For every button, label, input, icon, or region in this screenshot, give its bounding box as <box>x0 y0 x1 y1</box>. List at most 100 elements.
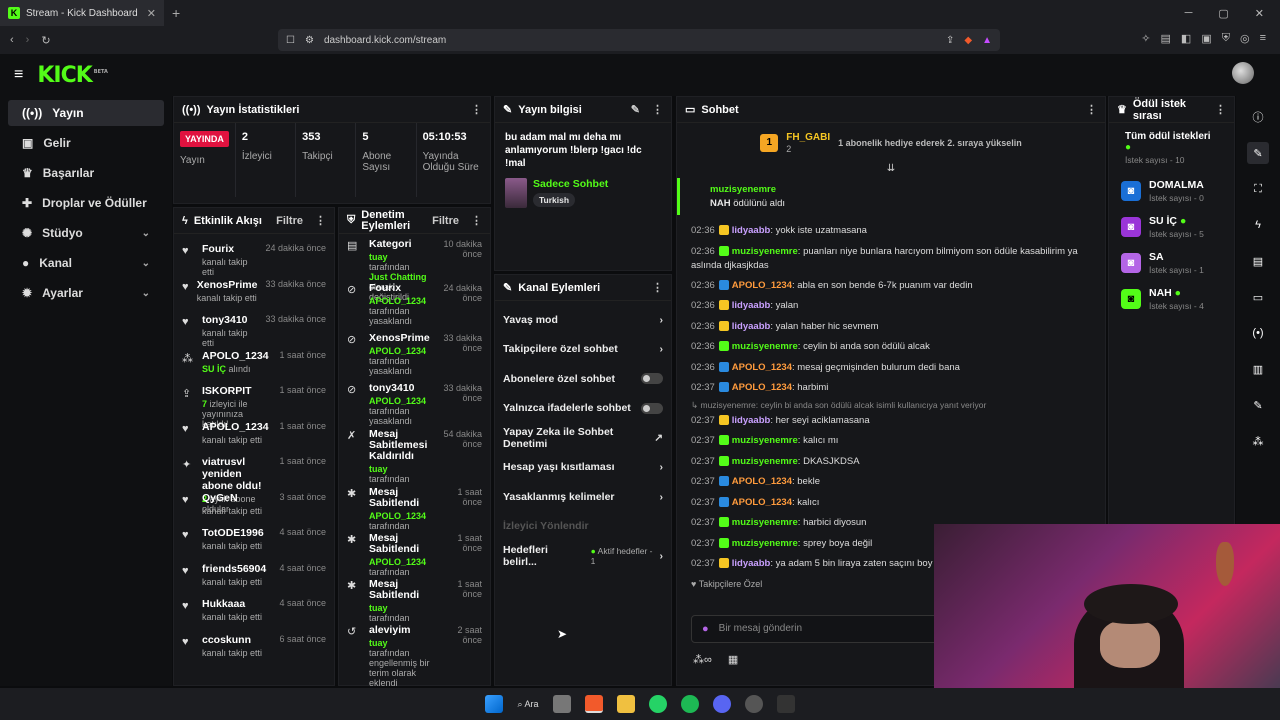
emotes-only-toggle[interactable] <box>641 402 663 414</box>
shield-icon[interactable]: ⛨ <box>1222 32 1230 45</box>
chat-username[interactable]: muzisyenemre <box>732 517 798 528</box>
chat-username[interactable]: lidyaabb <box>732 225 771 236</box>
banned-words-row[interactable]: Yasaklanmış kelimeler › <box>495 482 671 512</box>
account-age-row[interactable]: Hesap yaşı kısıtlaması › <box>495 453 671 483</box>
reload-icon[interactable]: ↻ <box>41 34 50 47</box>
sidebar-item-droplar[interactable]: ✚ Droplar ve Ödüller <box>8 190 164 216</box>
chat-username[interactable]: muzisyenemre <box>732 456 798 467</box>
brave-icon[interactable] <box>584 695 603 713</box>
wrench-icon[interactable]: ✎ <box>1247 394 1269 416</box>
maximize-icon[interactable]: ▢ <box>1218 7 1228 20</box>
reward-item[interactable]: ◙ DOMALMA İstek sayısı - 0 <box>1109 173 1234 209</box>
kick-logo[interactable]: KICK BETA <box>37 63 108 88</box>
forward-icon[interactable]: › <box>26 34 30 46</box>
activity-user[interactable]: Hukkaaa <box>202 598 271 610</box>
reward-item[interactable]: ◙ NAH ● İstek sayısı - 4 <box>1109 281 1234 317</box>
points-icon[interactable]: ⁂∞ <box>693 653 712 666</box>
filter-button[interactable]: Filtre <box>432 215 459 227</box>
chat-username[interactable]: APOLO_1234 <box>732 280 792 291</box>
more-options-icon[interactable]: ⋮ <box>652 281 663 294</box>
activity-user[interactable]: viatrusvl yeniden abone oldu! <box>202 456 271 492</box>
activity-user[interactable]: ISKORPIT <box>202 385 271 397</box>
minimize-icon[interactable]: ─ <box>1185 7 1193 20</box>
sidebar-toggle-icon[interactable]: ◧ <box>1181 32 1191 45</box>
activity-user[interactable]: friends56904 <box>202 563 271 575</box>
chat-username[interactable]: lidyaabb <box>732 558 771 569</box>
ai-moderation-row[interactable]: Yapay Zeka ile Sohbet Denetimi ↗ <box>495 423 671 453</box>
whatsapp-icon[interactable] <box>648 695 667 713</box>
reward-item[interactable]: ◙ SU İÇ ● İstek sayısı - 5 <box>1109 209 1234 245</box>
steam-icon[interactable] <box>744 695 763 713</box>
discord-icon[interactable] <box>712 695 731 713</box>
back-icon[interactable]: ‹ <box>10 34 14 46</box>
layout-icon[interactable]: ▥ <box>1247 358 1269 380</box>
activity-user[interactable]: tony3410 <box>202 314 257 326</box>
all-rewards-row[interactable]: Tüm ödül istekleri ● İstek sayısı - 10 <box>1109 123 1234 173</box>
user-avatar[interactable] <box>1232 62 1254 84</box>
chat-username[interactable]: muzisyenemre <box>732 246 798 257</box>
activity-user[interactable]: Fourix <box>202 243 257 255</box>
activity-user[interactable]: APOLO_1234 <box>202 421 271 433</box>
menu-icon[interactable]: ≡ <box>1260 32 1266 45</box>
chat-username[interactable]: APOLO_1234 <box>732 382 792 393</box>
slow-mode-row[interactable]: Yavaş mod › <box>495 305 671 335</box>
expand-icon[interactable]: ⛶ <box>1247 178 1269 200</box>
brave-rewards-icon[interactable]: ▲ <box>982 35 992 46</box>
task-view-icon[interactable] <box>552 695 571 713</box>
more-options-icon[interactable]: ⋮ <box>471 214 482 227</box>
edit-icon[interactable]: ✎ <box>1247 142 1269 164</box>
category-name[interactable]: Sadece Sohbet <box>533 178 608 190</box>
vpn-icon[interactable]: ◎ <box>1240 32 1250 45</box>
sidebar-item-kanal[interactable]: ● Kanal ⌄ <box>8 250 164 276</box>
chat-username[interactable]: APOLO_1234 <box>732 476 792 487</box>
broadcast-icon[interactable]: (•) <box>1247 322 1269 344</box>
windows-start-icon[interactable] <box>485 695 504 713</box>
bookmark-icon[interactable]: ☐ <box>286 35 295 46</box>
filter-button[interactable]: Filtre <box>276 215 303 227</box>
document-icon[interactable]: ▤ <box>1247 250 1269 272</box>
reward-item[interactable]: ◙ SA İstek sayısı - 1 <box>1109 245 1234 281</box>
brave-shield-icon[interactable]: ◆ <box>964 35 972 46</box>
more-options-icon[interactable]: ⋮ <box>652 103 663 116</box>
address-bar[interactable]: ☐ ⚙ dashboard.kick.com/stream ⇪ ◆ ▲ <box>278 29 1000 51</box>
search-box[interactable]: ⌕ Ara <box>517 699 538 710</box>
sidebar-item-gelir[interactable]: ▣ Gelir <box>8 130 164 156</box>
chat-username[interactable]: muzisyenemre <box>732 538 798 549</box>
chat-username[interactable]: lidyaabb <box>732 300 771 311</box>
chat-username[interactable]: lidyaabb <box>732 415 771 426</box>
browser-tab[interactable]: K Stream - Kick Dashboard ✕ <box>0 0 164 26</box>
edit-icon[interactable]: ✎ <box>631 103 640 116</box>
activity-user[interactable]: APOLO_1234 <box>202 350 271 362</box>
collapse-icon[interactable]: ⇊ <box>677 163 1105 174</box>
store-icon[interactable]: ▦ <box>728 653 738 666</box>
hamburger-menu-icon[interactable]: ≡ <box>14 66 23 84</box>
followers-only-row[interactable]: Takipçilere özel sohbet › <box>495 335 671 365</box>
goals-row[interactable]: Hedefleri belirl... ● Aktif hedefler - 1 › <box>495 541 671 571</box>
tab-search-icon[interactable]: ▤ <box>1161 32 1171 45</box>
close-window-icon[interactable]: ✕ <box>1255 7 1264 20</box>
chat-username[interactable]: APOLO_1234 <box>732 362 792 373</box>
points-icon[interactable]: ⁂ <box>1247 430 1269 452</box>
sidebar-item-basarilar[interactable]: ♛ Başarılar <box>8 160 164 186</box>
mic-icon[interactable]: ● <box>702 623 709 635</box>
activity-user[interactable]: QyGeN <box>202 492 271 504</box>
more-options-icon[interactable]: ⋮ <box>1215 103 1226 116</box>
extensions-icon[interactable]: ✧ <box>1141 32 1150 45</box>
chat-icon[interactable]: ▭ <box>1247 286 1269 308</box>
spotify-icon[interactable] <box>680 695 699 713</box>
chat-username[interactable]: lidyaabb <box>732 321 771 332</box>
share-icon[interactable]: ⇪ <box>946 35 954 46</box>
activity-user[interactable]: ccoskunn <box>202 634 271 646</box>
bolt-icon[interactable]: ϟ <box>1247 214 1269 236</box>
sidebar-item-ayarlar[interactable]: ✹ Ayarlar ⌄ <box>8 280 164 306</box>
chat-username[interactable]: muzisyenemre <box>732 341 798 352</box>
more-options-icon[interactable]: ⋮ <box>1086 103 1097 116</box>
close-tab-icon[interactable]: ✕ <box>147 7 156 20</box>
site-info-icon[interactable]: ⚙ <box>305 35 314 46</box>
app-icon[interactable] <box>776 695 795 713</box>
chat-username[interactable]: muzisyenemre <box>732 435 798 446</box>
activity-user[interactable]: XenosPrime <box>197 279 258 291</box>
wallet-icon[interactable]: ▣ <box>1201 32 1211 45</box>
subscribers-only-toggle[interactable] <box>641 373 663 385</box>
new-tab-icon[interactable]: + <box>172 5 180 21</box>
